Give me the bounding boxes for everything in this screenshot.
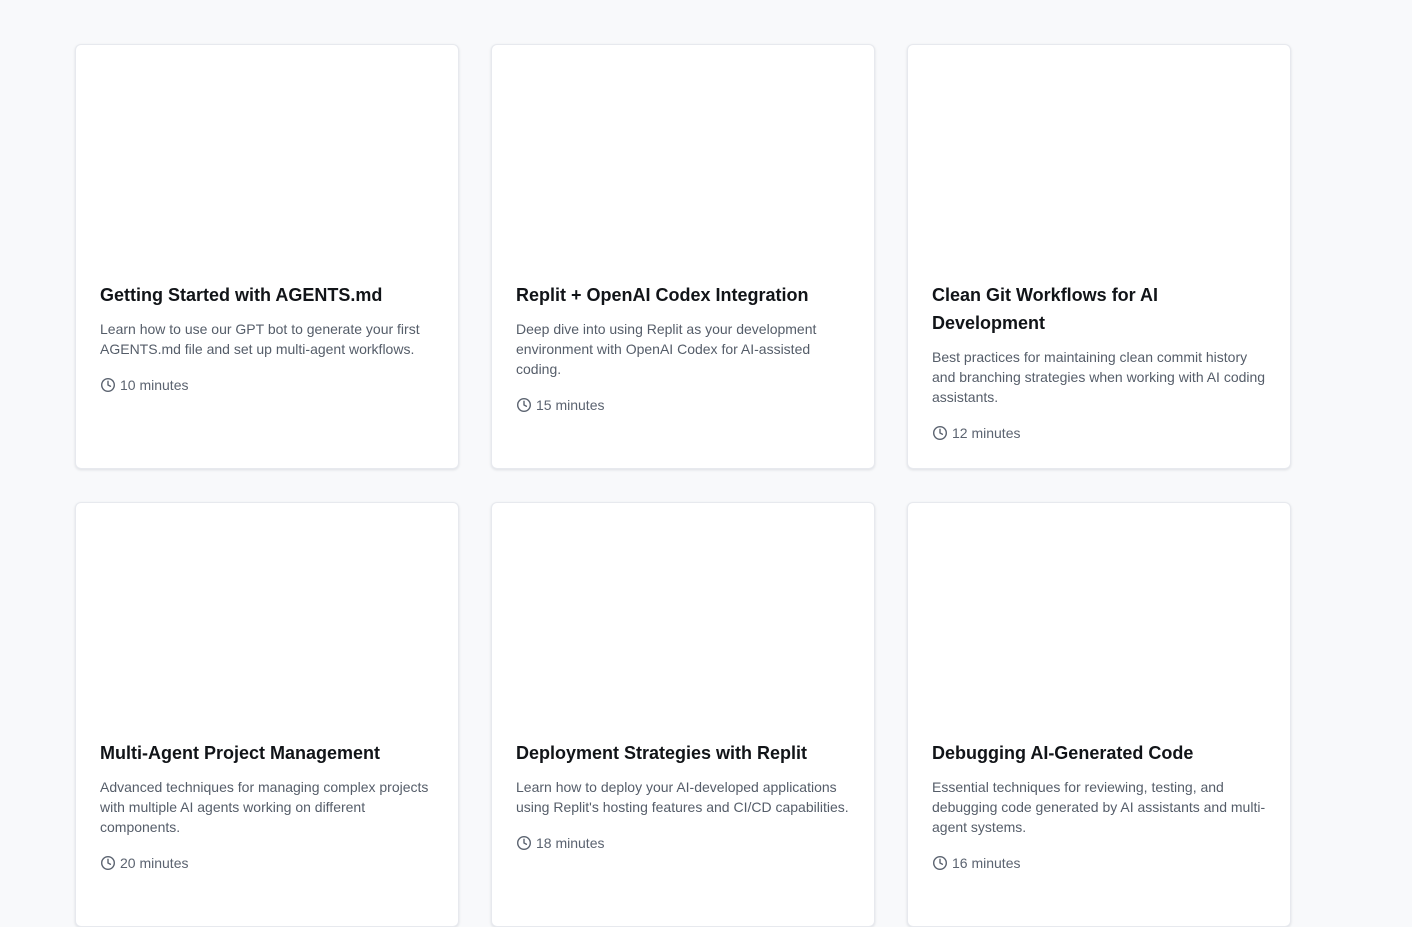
clock-icon (516, 835, 532, 851)
card-description: Essential techniques for reviewing, test… (932, 779, 1266, 835)
clock-icon (932, 425, 948, 441)
card-thumbnail (908, 503, 1290, 739)
card-thumbnail (76, 503, 458, 739)
course-card[interactable]: Replit + OpenAI Codex Integration Deep d… (491, 44, 875, 469)
card-description: Learn how to use our GPT bot to generate… (100, 321, 420, 357)
card-thumbnail (492, 503, 874, 739)
card-body: Clean Git Workflows for AI Development B… (908, 281, 1290, 443)
card-title[interactable]: Replit + OpenAI Codex Integration (516, 281, 850, 309)
card-title[interactable]: Deployment Strategies with Replit (516, 739, 850, 767)
card-description: Learn how to deploy your AI-developed ap… (516, 779, 849, 815)
duration-label: 10 minutes (120, 377, 189, 393)
card-description: Deep dive into using Replit as your deve… (516, 321, 817, 377)
course-card[interactable]: Deployment Strategies with Replit Learn … (491, 502, 875, 927)
card-thumbnail (76, 45, 458, 281)
card-title[interactable]: Getting Started with AGENTS.md (100, 281, 434, 309)
card-duration: 20 minutes (100, 853, 434, 873)
duration-label: 12 minutes (952, 425, 1021, 441)
card-duration: 16 minutes (932, 853, 1266, 873)
card-title[interactable]: Clean Git Workflows for AI Development (932, 281, 1266, 337)
card-thumbnail (908, 45, 1290, 281)
card-title[interactable]: Debugging AI-Generated Code (932, 739, 1266, 767)
card-body: Getting Started with AGENTS.md Learn how… (76, 281, 458, 395)
course-card[interactable]: Clean Git Workflows for AI Development B… (907, 44, 1291, 469)
course-card[interactable]: Getting Started with AGENTS.md Learn how… (75, 44, 459, 469)
card-body: Deployment Strategies with Replit Learn … (492, 739, 874, 853)
course-grid: Getting Started with AGENTS.md Learn how… (75, 44, 1291, 927)
duration-label: 16 minutes (952, 855, 1021, 871)
clock-icon (932, 855, 948, 871)
card-duration: 15 minutes (516, 395, 850, 415)
duration-label: 20 minutes (120, 855, 189, 871)
clock-icon (516, 397, 532, 413)
clock-icon (100, 855, 116, 871)
card-body: Multi-Agent Project Management Advanced … (76, 739, 458, 873)
card-body: Replit + OpenAI Codex Integration Deep d… (492, 281, 874, 415)
course-card[interactable]: Multi-Agent Project Management Advanced … (75, 502, 459, 927)
duration-label: 18 minutes (536, 835, 605, 851)
course-card[interactable]: Debugging AI-Generated Code Essential te… (907, 502, 1291, 927)
card-duration: 10 minutes (100, 375, 434, 395)
clock-icon (100, 377, 116, 393)
card-duration: 12 minutes (932, 423, 1266, 443)
card-body: Debugging AI-Generated Code Essential te… (908, 739, 1290, 873)
card-thumbnail (492, 45, 874, 281)
duration-label: 15 minutes (536, 397, 605, 413)
card-description: Advanced techniques for managing complex… (100, 779, 429, 835)
card-duration: 18 minutes (516, 833, 850, 853)
card-description: Best practices for maintaining clean com… (932, 349, 1266, 405)
card-title[interactable]: Multi-Agent Project Management (100, 739, 434, 767)
